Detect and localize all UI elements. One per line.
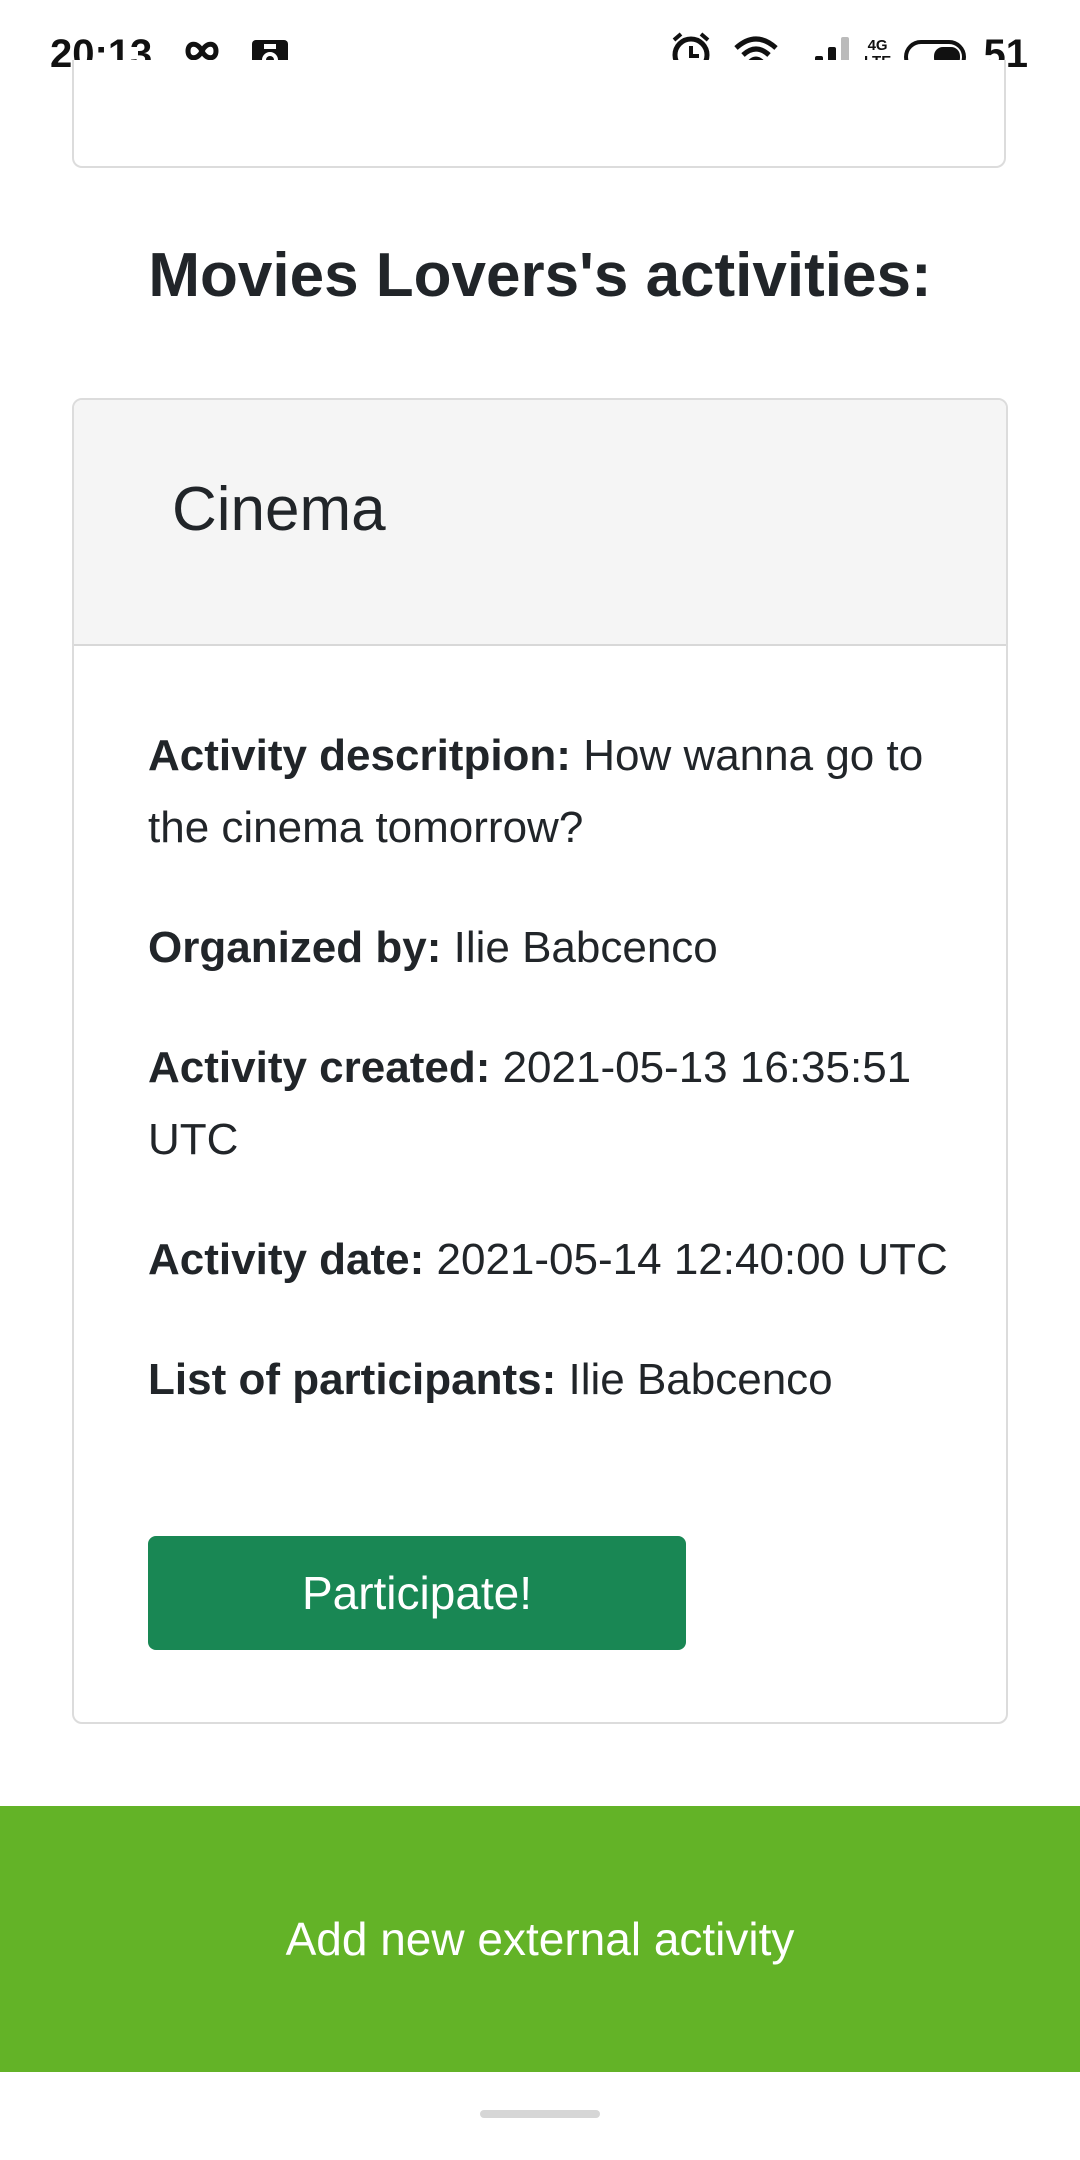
field-label: List of participants:	[148, 1355, 557, 1404]
activity-card: Cinema Activity descritpion: How wanna g…	[72, 398, 1008, 1724]
activity-card-body: Activity descritpion: How wanna go to th…	[148, 720, 948, 1464]
previous-card	[72, 60, 1006, 168]
field-label: Activity descritpion:	[148, 731, 571, 780]
participate-button[interactable]: Participate!	[148, 1536, 686, 1650]
activity-date: Activity date: 2021-05-14 12:40:00 UTC	[148, 1224, 948, 1296]
field-value: Ilie Babcenco	[441, 923, 718, 972]
field-value: Ilie Babcenco	[556, 1355, 833, 1404]
app-screen: 20:13 4G 51 Movies Lovers's activities: …	[0, 0, 1080, 2160]
activity-created: Activity created: 2021-05-13 16:35:51 UT…	[148, 1032, 948, 1176]
activity-participants: List of participants: Ilie Babcenco	[148, 1344, 948, 1416]
activity-title: Cinema	[172, 475, 386, 544]
add-external-activity-button[interactable]: Add new external activity	[0, 1806, 1080, 2072]
field-label: Organized by:	[148, 923, 442, 972]
activity-organizer: Organized by: Ilie Babcenco	[148, 912, 948, 984]
field-value: 2021-05-14 12:40:00 UTC	[424, 1235, 948, 1284]
field-label: Activity created:	[148, 1043, 491, 1092]
activity-description: Activity descritpion: How wanna go to th…	[148, 720, 948, 864]
section-title: Movies Lovers's activities:	[148, 241, 932, 310]
field-label: Activity date:	[148, 1235, 425, 1284]
gesture-nav-handle[interactable]	[480, 2110, 600, 2118]
activity-card-header: Cinema	[74, 400, 1006, 646]
